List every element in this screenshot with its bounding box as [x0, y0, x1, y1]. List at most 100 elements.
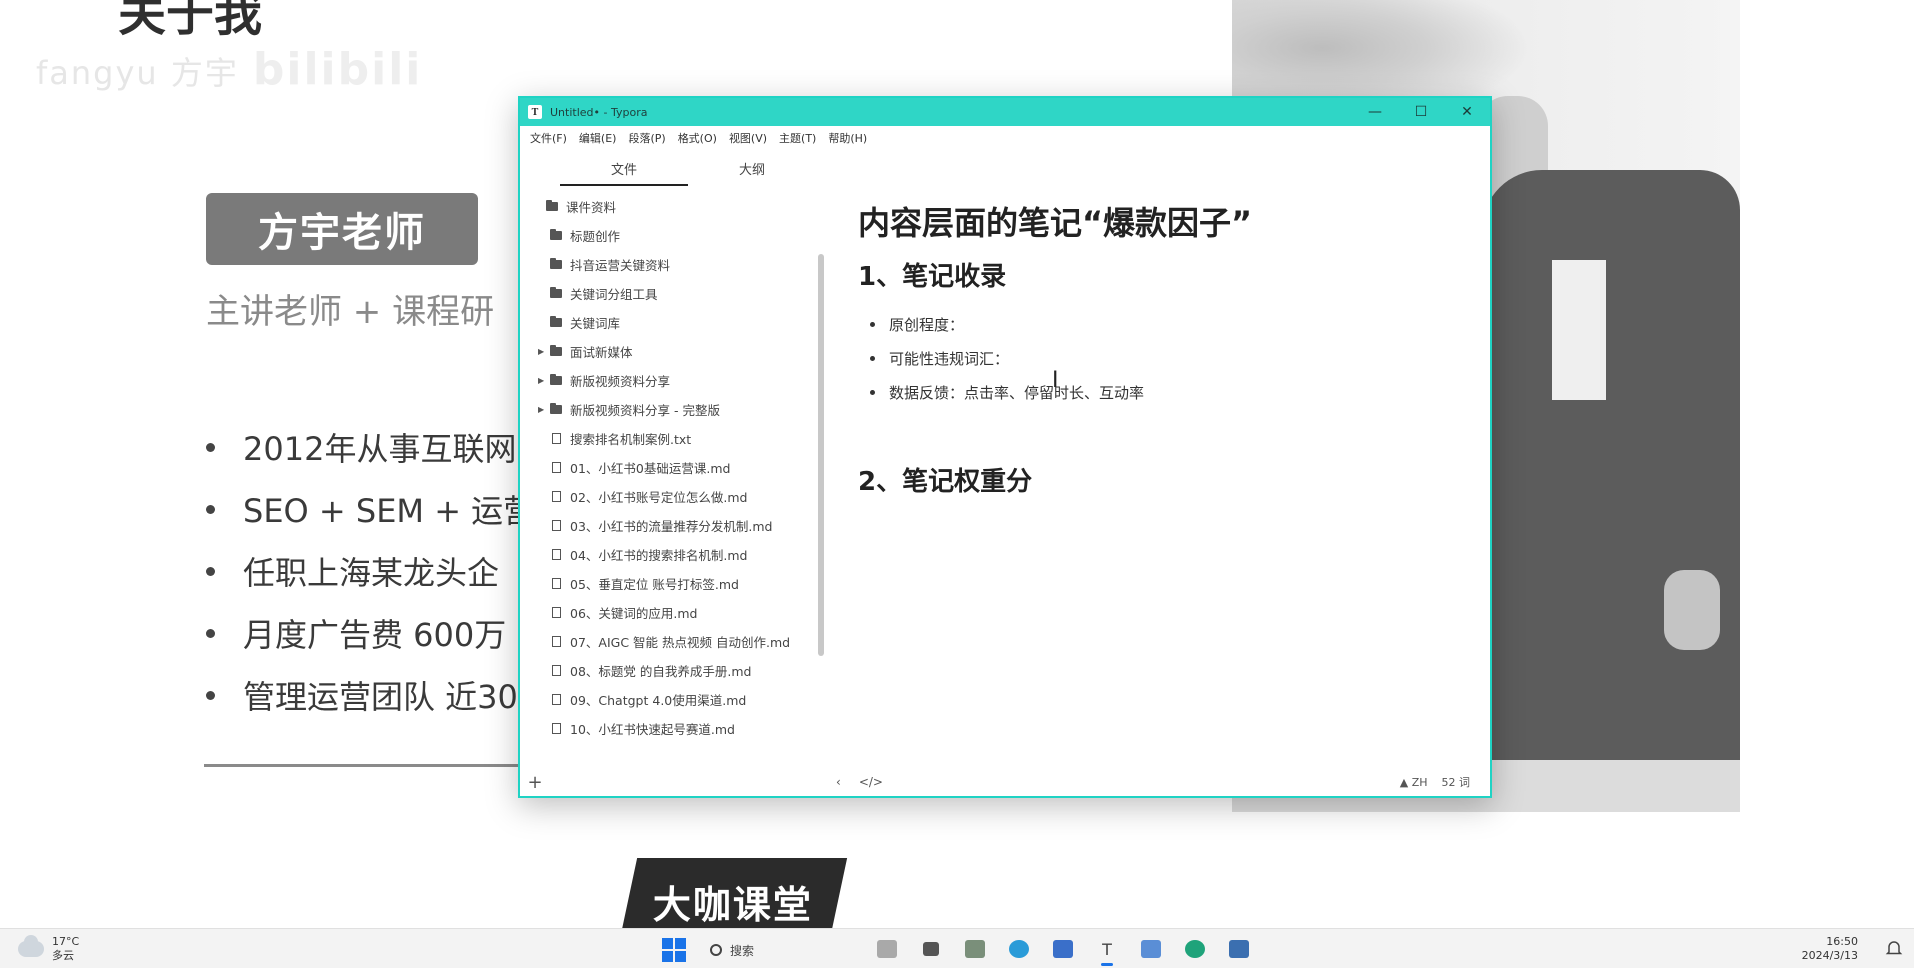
- start-button[interactable]: [662, 938, 686, 962]
- sidebar-tabs: 文件 大纲: [520, 150, 828, 186]
- teacher-name-badge: 方宇老师: [206, 193, 478, 265]
- tree-file-item[interactable]: 03、小红书的流量推荐分发机制.md: [534, 511, 814, 540]
- editor-content[interactable]: 内容层面的笔记“爆款因子” 1、笔记收录 原创程度： 可能性违规词汇： 数据反馈…: [858, 198, 1458, 498]
- list-item[interactable]: 原创程度：: [858, 307, 1458, 341]
- weather-condition: 多云: [52, 949, 74, 962]
- tree-item-label: 新版视频资料分享: [570, 374, 671, 389]
- edge-beta-icon[interactable]: [1180, 935, 1210, 963]
- windows-taskbar: 17°C 多云 搜索 T 16:50 2024/3/13: [0, 928, 1914, 968]
- taskbar-search[interactable]: 搜索: [700, 935, 860, 965]
- tree-folder-item[interactable]: 抖音运营关键资料: [534, 250, 814, 279]
- tree-file-item[interactable]: 搜索排名机制案例.txt: [534, 424, 814, 453]
- watermark-text: fangyu 方宇: [36, 54, 239, 92]
- file-sidebar: 文件 大纲 课件资料 标题创作 抖音运营关键资料 关键词分组工具 关键词库 ▶ 面试新媒体 ▶…: [520, 150, 828, 770]
- window-titlebar[interactable]: T Untitled• - Typora — ☐ ✕: [520, 98, 1490, 126]
- store-app-icon[interactable]: [1048, 935, 1078, 963]
- sidebar-scrollbar[interactable]: [818, 254, 824, 656]
- watermark-brand: bilibili: [252, 44, 423, 95]
- task-view-icon[interactable]: [916, 935, 946, 963]
- section-heading-2[interactable]: 2、笔记权重分: [858, 461, 1458, 498]
- notification-icon[interactable]: [1884, 938, 1904, 958]
- word-count[interactable]: 52 词: [1442, 774, 1471, 790]
- capture-app-icon[interactable]: [1224, 935, 1254, 963]
- tree-file-item[interactable]: 07、AIGC 智能 热点视频 自动创作.md: [534, 627, 814, 656]
- system-clock[interactable]: 16:50 2024/3/13: [1802, 935, 1858, 963]
- photo-shirt: [1552, 260, 1606, 400]
- menu-format[interactable]: 格式(O): [672, 130, 723, 146]
- minimize-button[interactable]: —: [1352, 98, 1398, 126]
- search-icon: [710, 944, 722, 956]
- folder-icon: [548, 403, 564, 416]
- menu-help[interactable]: 帮助(H): [822, 130, 873, 146]
- menu-file[interactable]: 文件(F): [524, 130, 573, 146]
- tree-folder-item[interactable]: 关键词分组工具: [534, 279, 814, 308]
- source-mode-button[interactable]: </>: [859, 775, 883, 789]
- bio-bullet: SEO + SEM + 运营: [206, 478, 535, 540]
- tree-file-item[interactable]: 02、小红书账号定位怎么做.md: [534, 482, 814, 511]
- list-item[interactable]: 数据反馈：点击率、停留时长、互动率: [858, 375, 1458, 409]
- tree-file-item[interactable]: 01、小红书0基础运营课.md: [534, 453, 814, 482]
- menu-theme[interactable]: 主题(T): [773, 130, 822, 146]
- menu-edit[interactable]: 编辑(E): [573, 130, 623, 146]
- chevron-right-icon[interactable]: ▶: [538, 405, 548, 414]
- tree-file-item[interactable]: 06、关键词的应用.md: [534, 598, 814, 627]
- bio-bullet: 月度广告费 600万: [206, 602, 535, 664]
- menu-view[interactable]: 视图(V): [723, 130, 773, 146]
- bio-bullet-text: 管理运营团队 近30: [243, 678, 518, 716]
- tree-item-label: 05、垂直定位 账号打标签.md: [570, 577, 739, 592]
- tab-files[interactable]: 文件: [560, 150, 688, 186]
- bio-bullet-text: 2012年从事互联网: [243, 430, 517, 468]
- tree-item-label: 搜索排名机制案例.txt: [570, 432, 692, 447]
- spellcheck-language[interactable]: ▲ ZH: [1400, 776, 1428, 789]
- tree-folder-item[interactable]: ▶ 新版视频资料分享: [534, 366, 814, 395]
- bio-bullet: 管理运营团队 近30: [206, 664, 535, 726]
- tree-file-item[interactable]: 10、小红书快速起号赛道.md: [534, 714, 814, 743]
- tree-file-item[interactable]: 11、如何利用互联网新媒体 开展业务.md: [534, 743, 814, 752]
- close-button[interactable]: ✕: [1444, 98, 1490, 126]
- maximize-button[interactable]: ☐: [1398, 98, 1444, 126]
- bio-bullet: 2012年从事互联网: [206, 416, 535, 478]
- tab-outline[interactable]: 大纲: [688, 150, 816, 186]
- menu-paragraph[interactable]: 段落(P): [622, 130, 671, 146]
- notepad-app-icon[interactable]: [1136, 935, 1166, 963]
- section-heading-1[interactable]: 1、笔记收录: [858, 256, 1458, 293]
- file-icon: [548, 578, 564, 590]
- toggle-sidebar-button[interactable]: ‹: [836, 775, 841, 789]
- tree-item-label: 关键词库: [570, 316, 621, 331]
- tree-file-item[interactable]: 09、Chatgpt 4.0使用渠道.md: [534, 685, 814, 714]
- status-info: ▲ ZH 52 词: [1400, 774, 1470, 790]
- weather-widget[interactable]: 17°C 多云: [18, 935, 79, 963]
- list-item[interactable]: 可能性违规词汇：: [858, 341, 1458, 375]
- file-icon: [548, 607, 564, 619]
- typora-taskbar-icon[interactable]: T: [1092, 935, 1122, 966]
- tree-folder-item[interactable]: 课件资料: [534, 192, 814, 221]
- tree-folder-item[interactable]: 标题创作: [534, 221, 814, 250]
- widgets-app-icon[interactable]: [872, 935, 902, 963]
- bullet-dot-icon: [206, 628, 215, 638]
- photos-app-icon[interactable]: [960, 935, 990, 963]
- add-file-button[interactable]: +: [520, 772, 550, 793]
- tree-item-label: 11、如何利用互联网新媒体 开展业务.md: [570, 748, 801, 752]
- tree-file-item[interactable]: 05、垂直定位 账号打标签.md: [534, 569, 814, 598]
- tree-file-item[interactable]: 08、标题党 的自我养成手册.md: [534, 656, 814, 685]
- bio-bullet-list: 2012年从事互联网 SEO + SEM + 运营 任职上海某龙头企 月度广告费…: [206, 416, 535, 726]
- tree-folder-item[interactable]: ▶ 新版视频资料分享 - 完整版: [534, 395, 814, 424]
- document-heading-1[interactable]: 内容层面的笔记“爆款因子”: [858, 198, 1458, 244]
- chevron-right-icon[interactable]: ▶: [538, 347, 548, 356]
- folder-icon: [548, 258, 564, 271]
- file-icon: [548, 433, 564, 445]
- chevron-right-icon[interactable]: ▶: [538, 376, 548, 385]
- bio-bullet-text: 月度广告费 600万: [243, 616, 507, 654]
- file-icon: [548, 723, 564, 735]
- menu-bar: 文件(F) 编辑(E) 段落(P) 格式(O) 视图(V) 主题(T) 帮助(H…: [520, 126, 1490, 150]
- edge-browser-icon[interactable]: [1004, 935, 1034, 963]
- tree-file-item[interactable]: 04、小红书的搜索排名机制.md: [534, 540, 814, 569]
- tree-item-label: 课件资料: [566, 200, 617, 215]
- folder-icon: [544, 200, 560, 213]
- tree-folder-item[interactable]: ▶ 面试新媒体: [534, 337, 814, 366]
- bullet-dot-icon: [870, 355, 875, 361]
- tree-folder-item[interactable]: 关键词库: [534, 308, 814, 337]
- folder-icon: [548, 287, 564, 300]
- typora-window: T Untitled• - Typora — ☐ ✕ 文件(F) 编辑(E) 段…: [518, 96, 1492, 798]
- tree-item-label: 07、AIGC 智能 热点视频 自动创作.md: [570, 635, 791, 650]
